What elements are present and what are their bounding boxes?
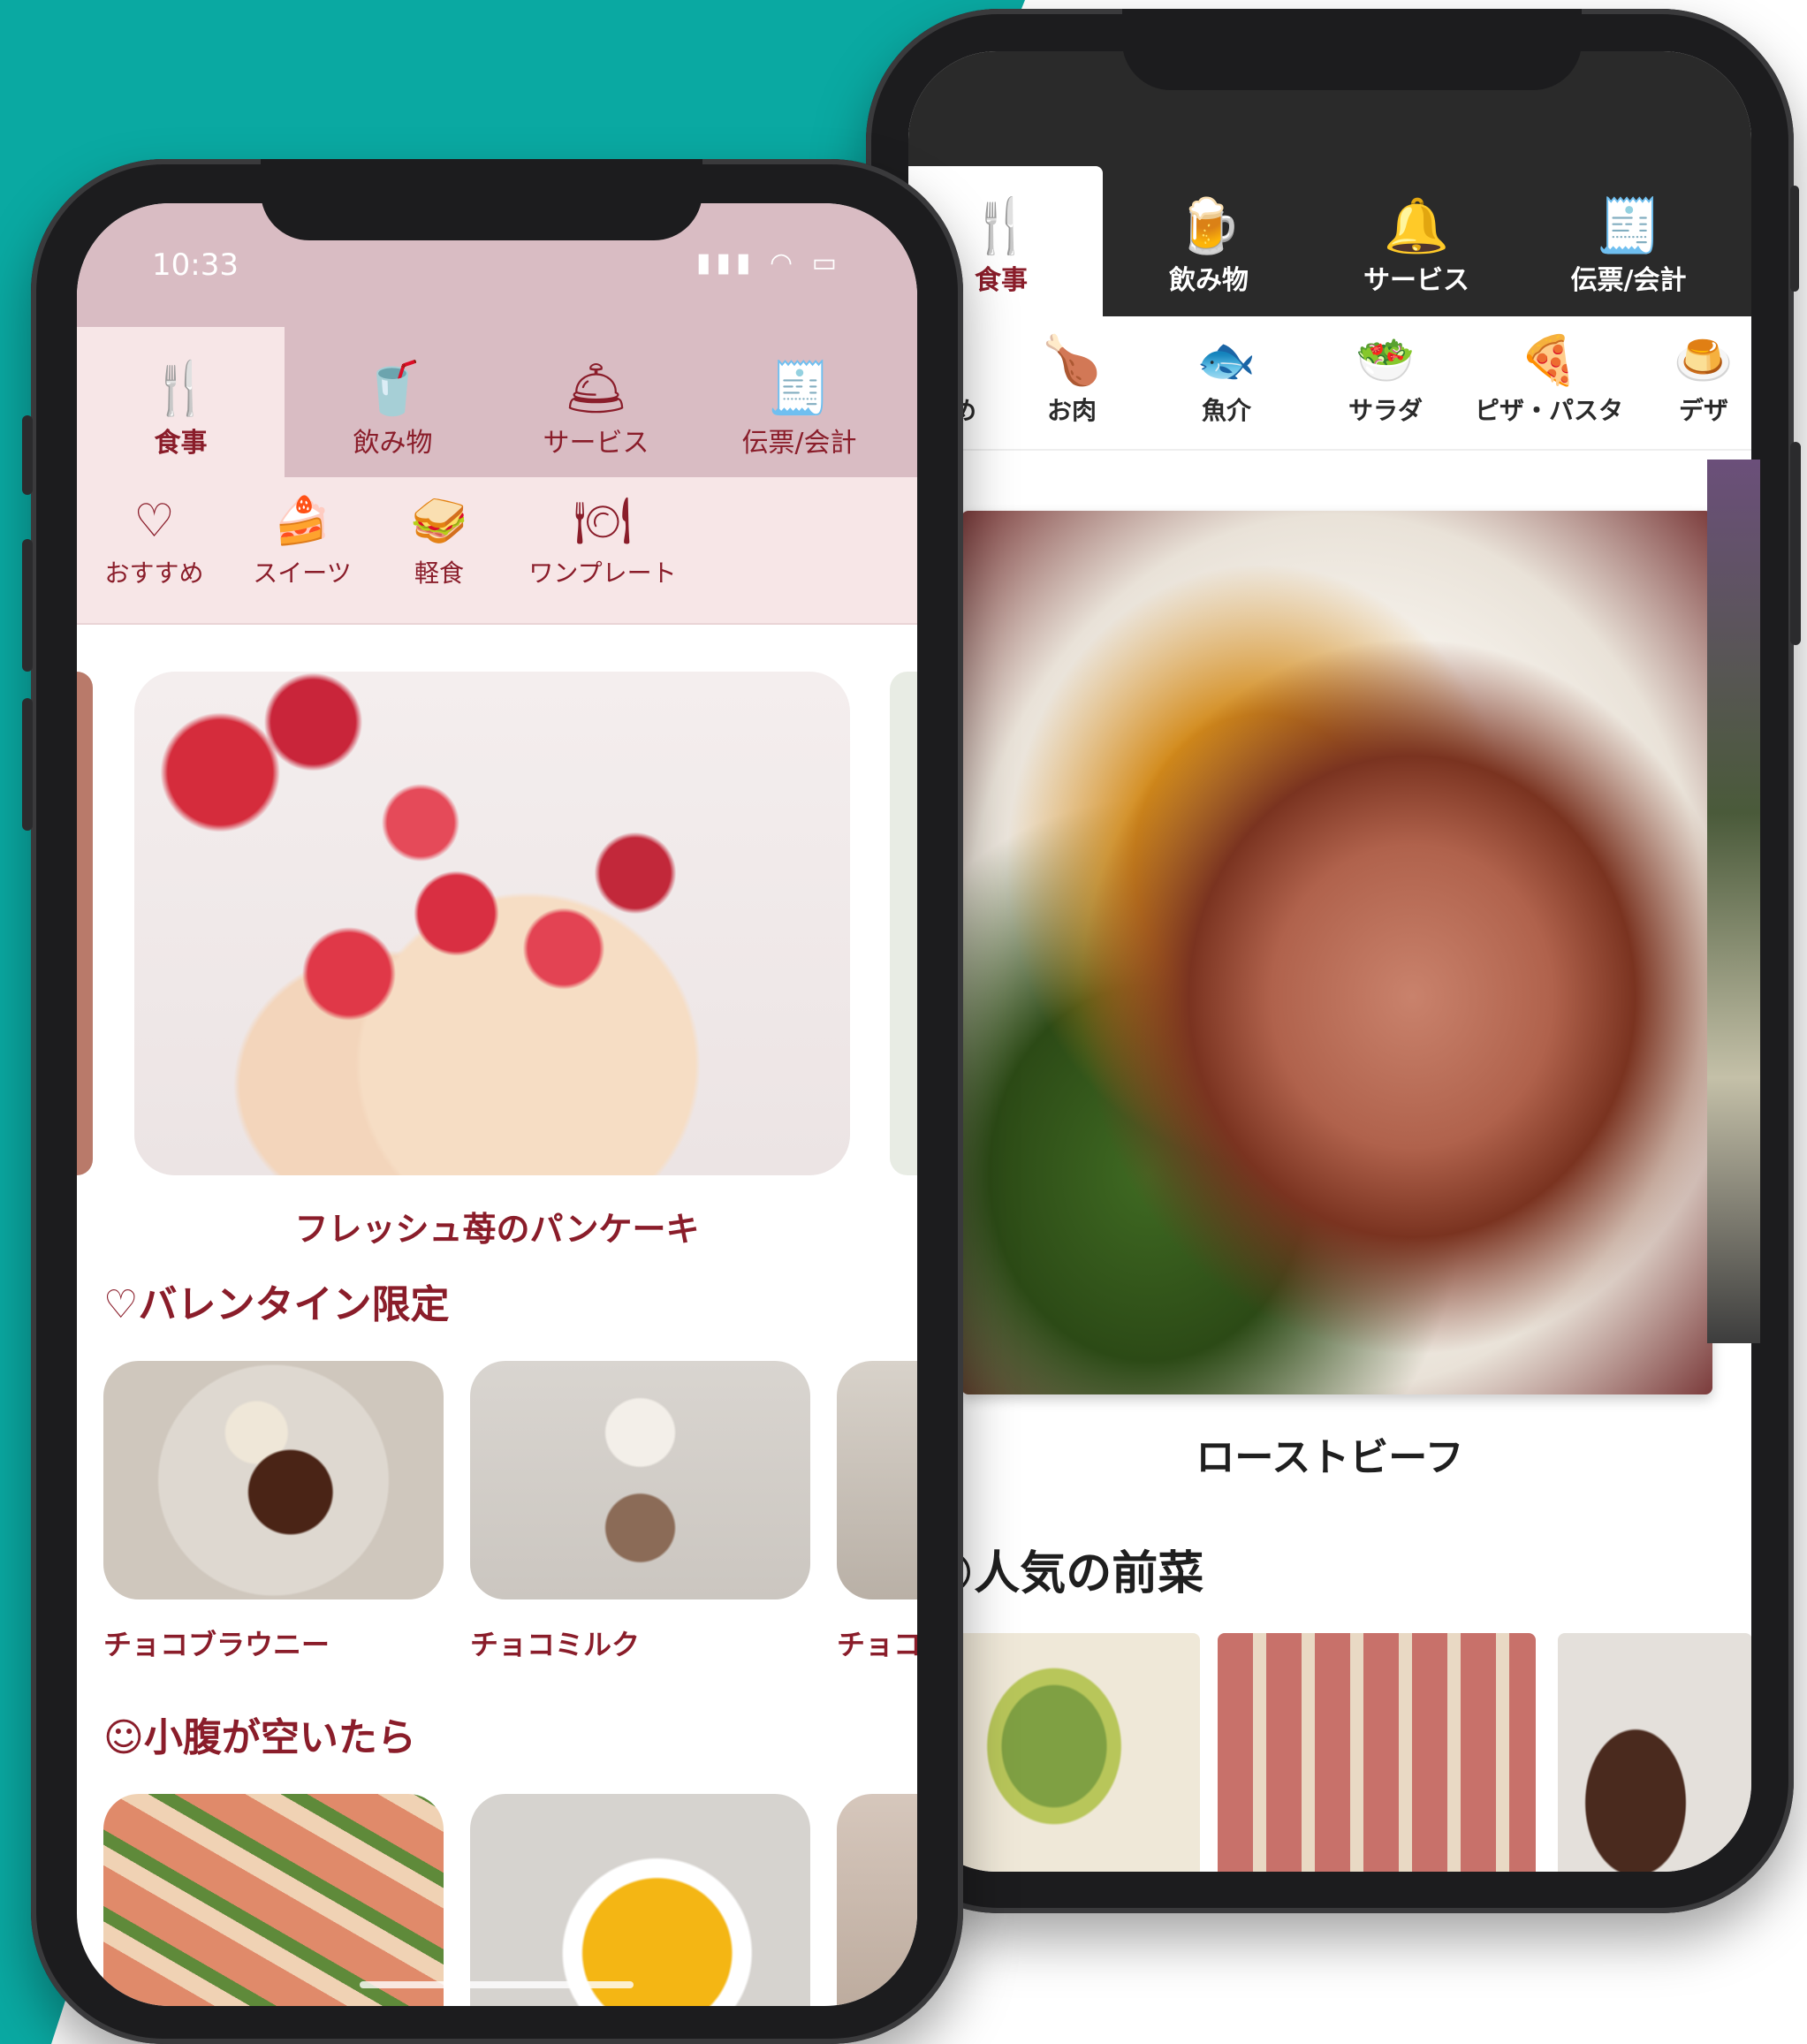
- subcategory-seafood[interactable]: 🐟 魚介: [1151, 334, 1302, 427]
- subcategory-label: お肉: [1046, 396, 1097, 426]
- volume-down-button: [22, 698, 33, 831]
- salad-icon: 🥗: [1355, 332, 1416, 388]
- appetizer-thumbnail[interactable]: [1558, 1633, 1751, 1872]
- main-tab-bar: 🍴 食事 🍺 飲み物 🔔 サービス 🧾 伝票/会計: [908, 51, 1751, 316]
- menu-card-label: チョコミルク: [470, 1628, 641, 1661]
- pancake-photo[interactable]: [134, 672, 850, 1175]
- volume-up-button: [22, 539, 33, 672]
- subcategory-label: おすすめ: [104, 558, 204, 589]
- subcategory-label: 魚介: [1201, 396, 1251, 426]
- front-phone-screen: 10:33 ▮▮▮ ◠ ▭ 🍴 食事 🥤 飲み物 🛎 サービス 🧾 伝票/会計: [77, 203, 917, 2006]
- front-phone: 10:33 ▮▮▮ ◠ ▭ 🍴 食事 🥤 飲み物 🛎 サービス 🧾 伝票/会計: [22, 159, 963, 2044]
- subcategory-label: デザ: [1678, 396, 1728, 426]
- menu-card-label: チョコブラウニー: [103, 1628, 330, 1661]
- tab-label: サービス: [543, 428, 649, 459]
- side-button: [1790, 186, 1799, 292]
- roast-beef-photo[interactable]: [961, 511, 1712, 1394]
- section-title: ☺人気の前菜: [926, 1536, 1203, 1602]
- menu-card[interactable]: チョコミルク: [470, 1361, 810, 1663]
- tab-bill[interactable]: 🧾 伝票/会計: [1527, 166, 1730, 316]
- menu-card[interactable]: チョコブラウニー: [103, 1361, 444, 1663]
- service-bell-icon: 🛎: [563, 358, 629, 418]
- subcategory-light-meal[interactable]: 🥪 軽食: [395, 495, 483, 589]
- menu-card[interactable]: [470, 1794, 810, 2006]
- fork-knife-icon: 🍴: [148, 358, 213, 418]
- menu-card-label: チョコ: [837, 1628, 917, 1661]
- silent-switch: [22, 415, 33, 495]
- subcategory-bar: ♡ おすすめ 🍰 スイーツ 🥪 軽食 🍽 ワンプレート: [77, 477, 917, 625]
- receipt-icon: 🧾: [767, 358, 831, 418]
- fish-icon: 🐟: [1196, 332, 1257, 388]
- subcategory-bar: ♡ すすめ 🍗 お肉 🐟 魚介 🥗 サラダ 🍕 ピザ・パスタ 🍮 デザ: [908, 316, 1751, 451]
- phone-notch: [261, 159, 702, 240]
- drink-glass-icon: 🥤: [361, 358, 425, 418]
- roast-chicken-icon: 🍗: [1042, 332, 1102, 388]
- chocolate-brownie-photo: [103, 1361, 444, 1599]
- hero-dish-title: ローストビーフ: [1196, 1435, 1464, 1480]
- main-tab-bar: 🍴 食事 🥤 飲み物 🛎 サービス 🧾 伝票/会計: [77, 327, 917, 477]
- tab-service[interactable]: 🛎 サービス: [492, 327, 700, 477]
- tab-meal[interactable]: 🍴 食事: [77, 327, 285, 477]
- fork-knife-icon: 🍴: [968, 195, 1035, 257]
- previous-dish-peek[interactable]: [77, 672, 93, 1175]
- menu-card[interactable]: チョコ: [837, 1361, 917, 1663]
- subcategory-sweets[interactable]: 🍰 スイーツ: [245, 495, 360, 589]
- sandwich-icon: 🥪: [410, 495, 468, 548]
- dessert-icon: 🍮: [1674, 332, 1734, 388]
- subcategory-recommended[interactable]: ♡ おすすめ: [103, 495, 205, 589]
- subcategory-label: スイーツ: [253, 558, 352, 589]
- pizza-icon: 🍕: [1519, 332, 1579, 388]
- subcategory-one-plate[interactable]: 🍽 ワンプレート: [514, 495, 691, 589]
- chocolate-milk-photo: [470, 1361, 810, 1599]
- status-time: 10:33: [152, 247, 239, 283]
- soup-photo: [470, 1794, 810, 2006]
- subcategory-label: ワンプレート: [528, 558, 677, 589]
- receipt-icon: 🧾: [1595, 195, 1662, 257]
- subcategory-dessert[interactable]: 🍮 デザ: [1651, 334, 1751, 427]
- tab-label: 食事: [154, 428, 208, 459]
- menu-card[interactable]: [103, 1794, 444, 2006]
- tab-label: 食事: [975, 265, 1028, 296]
- plate-icon: 🍽: [573, 495, 632, 548]
- tab-label: サービス: [1363, 265, 1469, 296]
- power-button: [1790, 442, 1801, 645]
- tab-label: 伝票/会計: [1570, 265, 1687, 296]
- tab-bill[interactable]: 🧾 伝票/会計: [695, 327, 903, 477]
- next-dish-peek[interactable]: [890, 672, 917, 1175]
- menu-card[interactable]: [837, 1794, 917, 2006]
- next-dish-peek[interactable]: [1707, 460, 1760, 1343]
- section-title-snack: ☺小腹が空いたら: [103, 1715, 416, 1760]
- section-title-valentine: ♡バレンタイン限定: [103, 1282, 450, 1327]
- status-icons: ▮▮▮ ◠ ▭: [695, 247, 842, 278]
- home-indicator[interactable]: [360, 1981, 634, 1988]
- heart-icon: ♡: [133, 495, 175, 548]
- section-title-text: 人気の前菜: [974, 1547, 1204, 1600]
- back-phone: 🍴 食事 🍺 飲み物 🔔 サービス 🧾 伝票/会計 ♡ すすめ 🍗: [866, 9, 1801, 1913]
- subcategory-label: サラダ: [1348, 396, 1423, 426]
- tab-label: 伝票/会計: [741, 428, 857, 459]
- subcategory-label: 軽食: [414, 558, 464, 589]
- tab-drinks[interactable]: 🥤 飲み物: [289, 327, 497, 477]
- cake-icon: 🍰: [273, 495, 331, 548]
- hero-dish-title: フレッシュ苺のパンケーキ: [294, 1210, 700, 1249]
- bell-icon: 🔔: [1383, 195, 1450, 257]
- subcategory-pizza-pasta[interactable]: 🍕 ピザ・パスタ: [1456, 334, 1642, 427]
- chocolate-item-photo: [837, 1361, 917, 1599]
- tab-drinks[interactable]: 🍺 飲み物: [1107, 166, 1310, 316]
- phone-notch: [1122, 9, 1582, 90]
- tab-label: 飲み物: [1169, 265, 1249, 296]
- tab-service[interactable]: 🔔 サービス: [1315, 166, 1518, 316]
- snack-photo: [837, 1794, 917, 2006]
- subcategory-salad[interactable]: 🥗 サラダ: [1310, 334, 1461, 427]
- tab-label: 飲み物: [353, 428, 433, 459]
- back-phone-screen: 🍴 食事 🍺 飲み物 🔔 サービス 🧾 伝票/会計 ♡ すすめ 🍗: [908, 51, 1751, 1872]
- subcategory-meat[interactable]: 🍗 お肉: [997, 334, 1147, 427]
- beer-mug-icon: 🍺: [1175, 195, 1242, 257]
- sandwich-photo: [103, 1794, 444, 2006]
- subcategory-label: ピザ・パスタ: [1474, 396, 1623, 426]
- appetizer-thumbnail[interactable]: [1218, 1633, 1536, 1872]
